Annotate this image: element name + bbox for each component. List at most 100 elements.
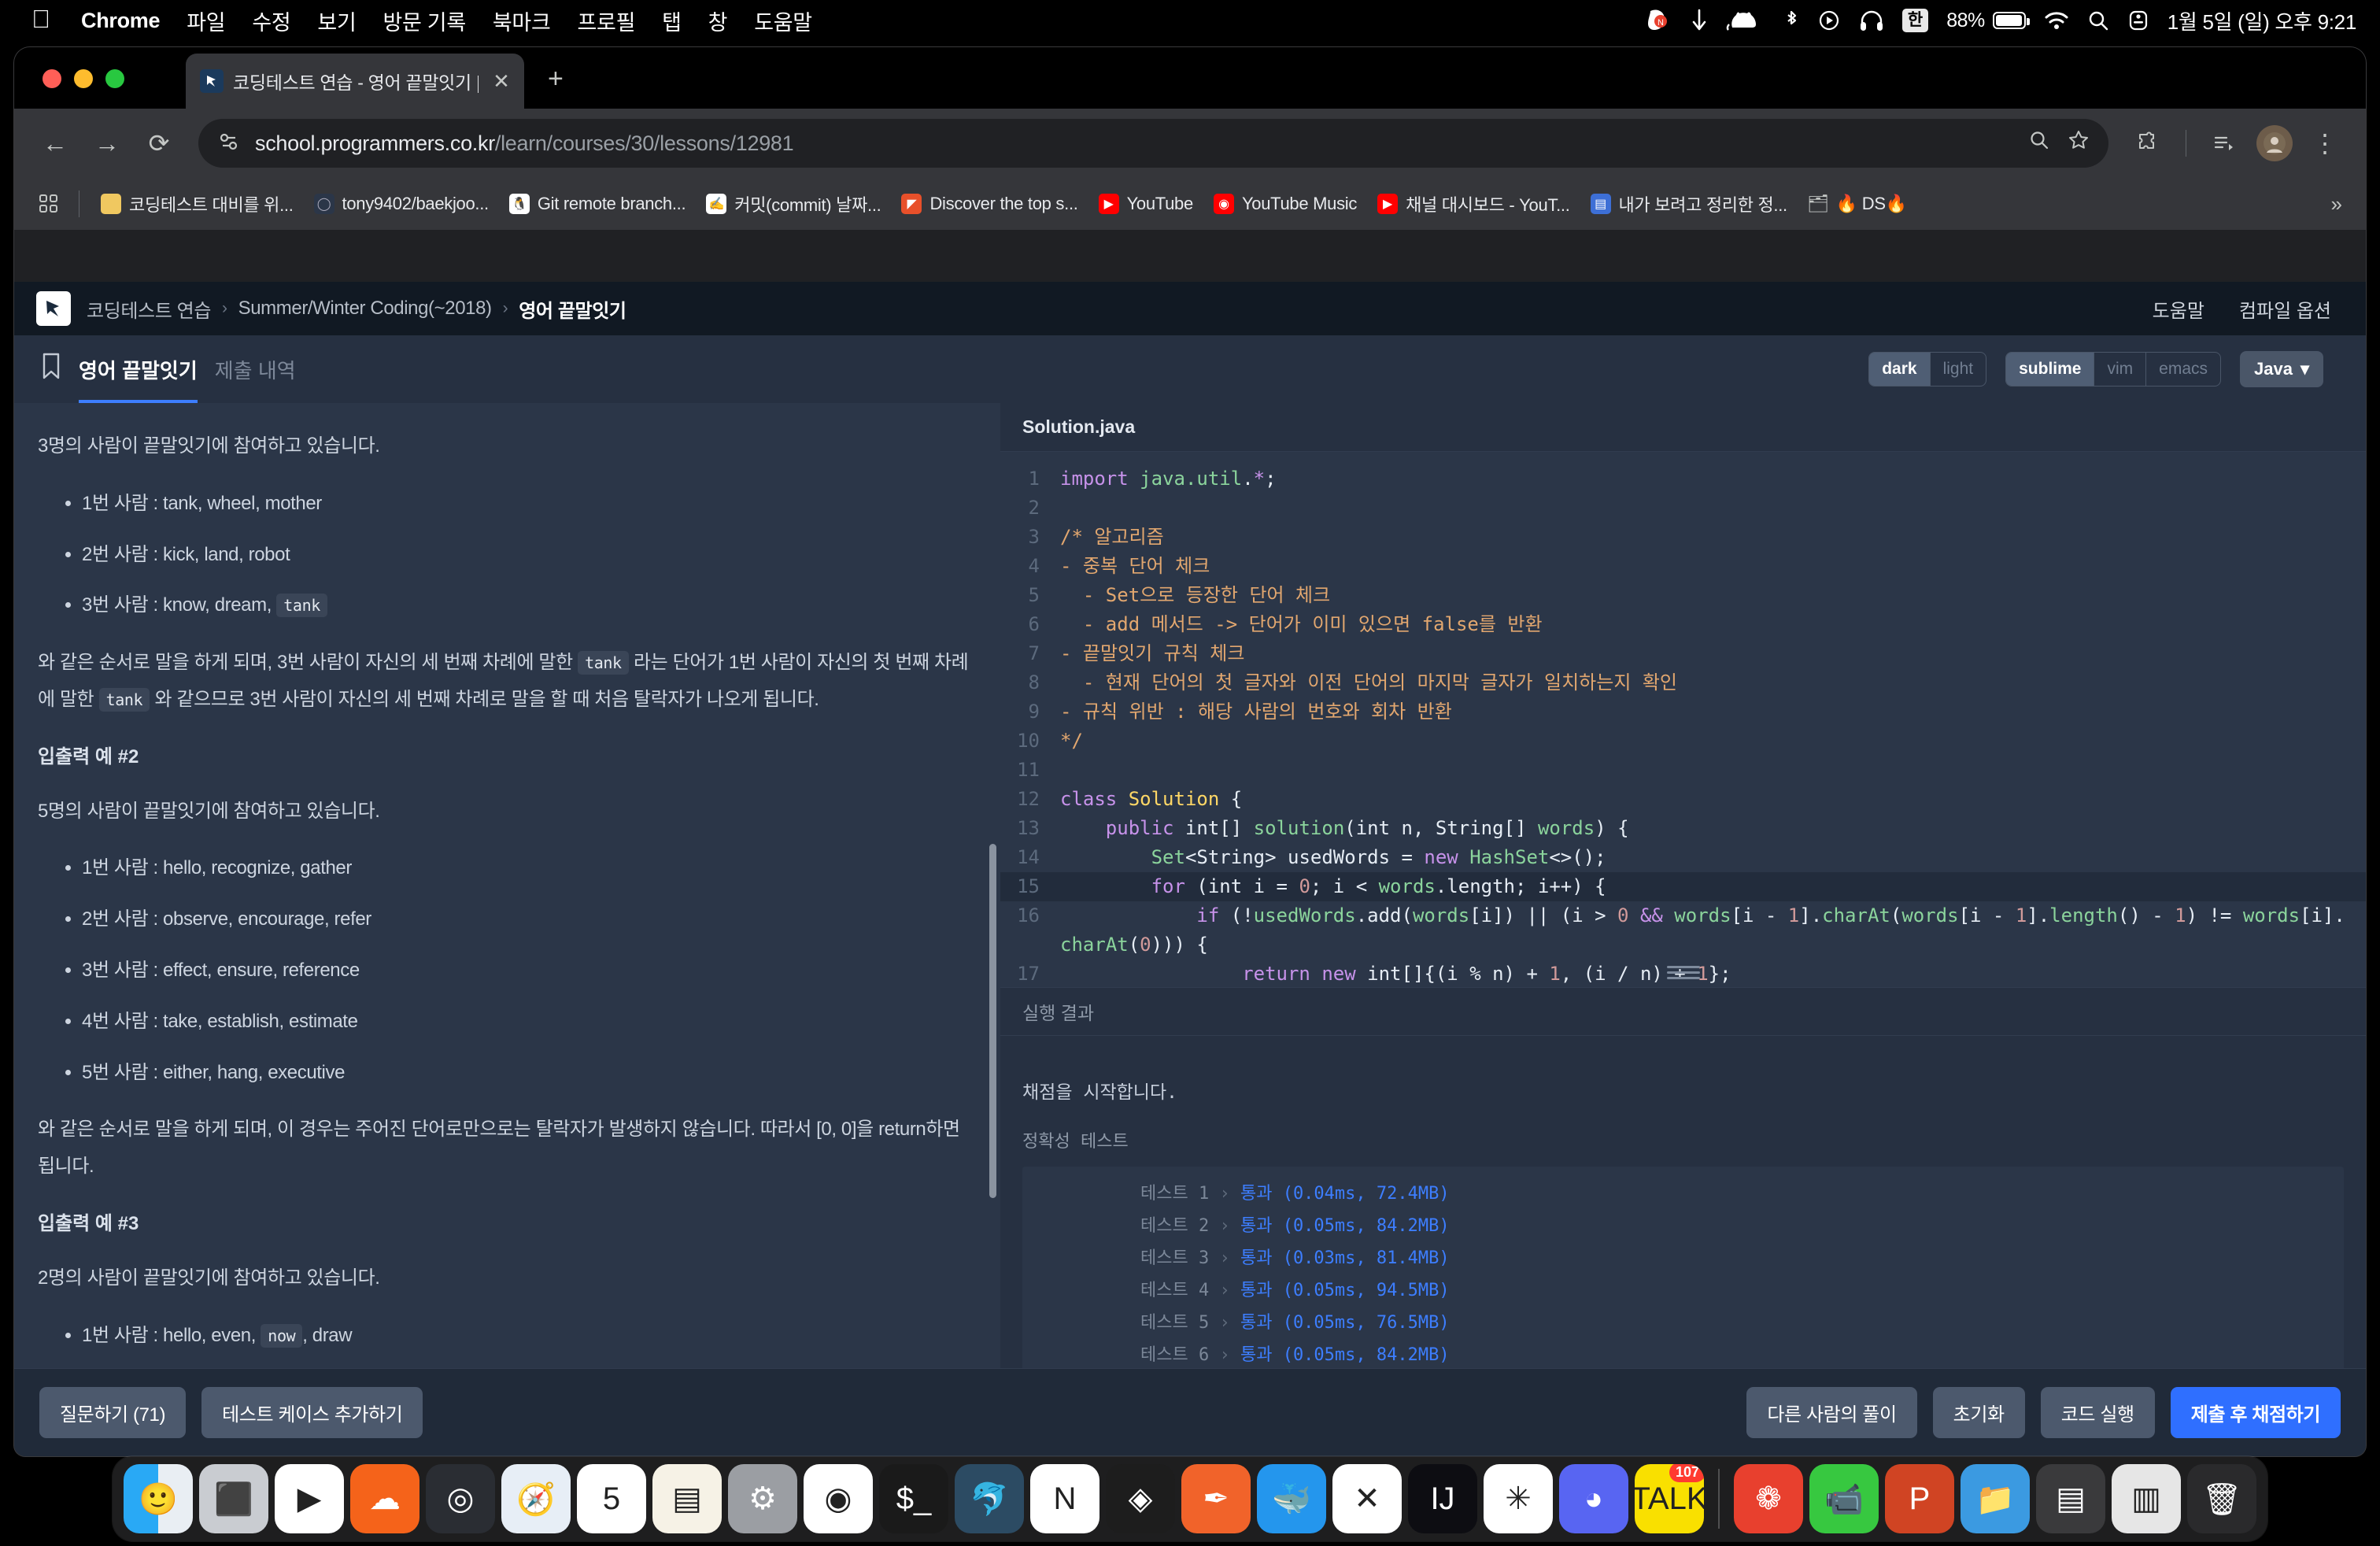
bookmark-item-5[interactable]: ▶ YouTube: [1088, 185, 1203, 223]
dock-item-calendar[interactable]: 5: [577, 1464, 646, 1533]
control-center-icon[interactable]: [2127, 5, 2149, 36]
dock-item-google-chrome[interactable]: ◉: [804, 1464, 873, 1533]
dock-item-terminal[interactable]: $_: [879, 1464, 948, 1533]
theme-option-light[interactable]: light: [1931, 353, 1986, 386]
bookmark-item-7[interactable]: ▶ 채널 대시보드 - YouT...: [1367, 185, 1580, 223]
dock-item-youtube-music[interactable]: ▶: [275, 1464, 344, 1533]
dock-item-stack-2[interactable]: ▥: [2112, 1464, 2181, 1533]
reload-button[interactable]: ⟳: [135, 120, 183, 167]
dock-item-mysql-workbench[interactable]: 🐬: [955, 1464, 1024, 1533]
dock-item-facetime[interactable]: 📹: [1809, 1464, 1879, 1533]
breadcrumb-item-0[interactable]: 코딩테스트 연습: [87, 295, 211, 323]
back-button[interactable]: ←: [31, 120, 79, 167]
dock-item-downloads[interactable]: 📁: [1961, 1464, 2030, 1533]
new-tab-button[interactable]: +: [548, 64, 564, 94]
chrome-menu-icon[interactable]: ⋮: [2301, 120, 2349, 167]
extensions-icon[interactable]: [2124, 120, 2171, 167]
code-line[interactable]: 1 import java.util.*;: [1000, 464, 2366, 494]
naver-whale-icon[interactable]: N: [1646, 5, 1672, 36]
menu-item-edit[interactable]: 수정: [238, 6, 304, 36]
dock-item-soundcloud[interactable]: ☁: [350, 1464, 419, 1533]
code-line[interactable]: 12 class Solution {: [1000, 785, 2366, 814]
dock-item-docker[interactable]: 🐳: [1257, 1464, 1326, 1533]
description-scrollbar[interactable]: [989, 844, 996, 1198]
wifi-icon[interactable]: [2044, 5, 2069, 36]
menu-item-tab[interactable]: 탭: [649, 6, 695, 36]
bookmark-item-8[interactable]: ▤ 내가 보려고 정리한 정...: [1580, 185, 1798, 223]
dock-item-figma[interactable]: ◈: [1106, 1464, 1175, 1533]
menu-bar-clock[interactable]: 1월 5일 (일) 오후 9:21: [2168, 6, 2357, 35]
spotlight-search-icon[interactable]: [2087, 5, 2109, 36]
close-window-button[interactable]: [42, 69, 61, 88]
reading-list-icon[interactable]: [2201, 120, 2248, 167]
cat-menubar-icon[interactable]: [1726, 5, 1765, 36]
apple-logo-icon[interactable]: : [19, 6, 68, 35]
screen-record-icon[interactable]: [1817, 5, 1841, 36]
dock-item-kakaotalk[interactable]: TALK 107: [1635, 1464, 1704, 1533]
code-line[interactable]: 10 */: [1000, 727, 2366, 756]
compile-options-link[interactable]: 컴파일 옵션: [2239, 295, 2331, 323]
submit-and-grade-button[interactable]: 제출 후 채점하기: [2170, 1387, 2341, 1438]
menu-item-window[interactable]: 창: [695, 6, 741, 36]
code-line[interactable]: 3 /* 알고리즘: [1000, 523, 2366, 552]
bookmarks-overflow-button[interactable]: »: [2331, 192, 2350, 216]
menu-item-help[interactable]: 도움말: [741, 6, 826, 36]
ask-question-button[interactable]: 질문하기 (71): [39, 1387, 187, 1438]
code-line[interactable]: 2: [1000, 494, 2366, 523]
dock-item-disk-utility[interactable]: ◎: [426, 1464, 495, 1533]
dock-item-safari[interactable]: 🧭: [501, 1464, 571, 1533]
breadcrumb-item-1[interactable]: Summer/Winter Coding(~2018): [238, 298, 492, 320]
tab-submissions[interactable]: 제출 내역: [215, 335, 296, 403]
browser-tab[interactable]: 코딩테스트 연습 - 영어 끝말잇기 | ✕: [186, 54, 524, 109]
run-code-button[interactable]: 코드 실행: [2040, 1387, 2155, 1438]
bookmark-item-2[interactable]: 🐧 Git remote branch...: [499, 185, 696, 223]
code-line[interactable]: 7 - 끝말잇기 규칙 체크: [1000, 639, 2366, 668]
keymap-option-emacs[interactable]: emacs: [2146, 353, 2220, 386]
problem-description-pane[interactable]: 3명의 사람이 끝말잇기에 참여하고 있습니다. 1번 사람 : tank, w…: [14, 403, 1000, 1389]
bookmark-item-6[interactable]: ◉ YouTube Music: [1203, 185, 1367, 223]
code-line[interactable]: 8 - 현재 단어의 첫 글자와 이전 단어의 마지막 글자가 일치하는지 확인: [1000, 668, 2366, 697]
help-link[interactable]: 도움말: [2153, 295, 2204, 323]
programmers-logo-icon[interactable]: [36, 291, 71, 326]
maximize-window-button[interactable]: [105, 69, 124, 88]
add-testcase-button[interactable]: 테스트 케이스 추가하기: [201, 1387, 423, 1438]
battery-indicator[interactable]: 88%: [1946, 5, 2030, 36]
bookmark-item-0[interactable]: 코딩테스트 대비를 위...: [91, 185, 304, 223]
dock-item-photos[interactable]: ❁: [1734, 1464, 1803, 1533]
dock-item-finder[interactable]: 🙂: [124, 1464, 193, 1533]
forward-button[interactable]: →: [83, 120, 131, 167]
keymap-option-vim[interactable]: vim: [2094, 353, 2147, 386]
menu-item-history[interactable]: 방문 기록: [370, 6, 479, 36]
dock-item-launchpad[interactable]: ⬛: [199, 1464, 268, 1533]
code-line[interactable]: 9 - 규칙 위반 : 해당 사람의 번호와 회차 반환: [1000, 697, 2366, 727]
minimize-window-button[interactable]: [74, 69, 93, 88]
address-bar[interactable]: school.programmers.co.kr/learn/courses/3…: [198, 119, 2108, 168]
bluetooth-icon[interactable]: [1783, 5, 1799, 36]
site-settings-icon[interactable]: [217, 130, 241, 157]
menu-item-file[interactable]: 파일: [173, 6, 238, 36]
menu-item-view[interactable]: 보기: [304, 6, 369, 36]
dock-item-notes[interactable]: ▤: [652, 1464, 722, 1533]
bookmark-item-1[interactable]: ◯ tony9402/baekjoo...: [304, 185, 499, 223]
code-line[interactable]: 4 - 중복 단어 체크: [1000, 552, 2366, 581]
others-solutions-button[interactable]: 다른 사람의 풀이: [1746, 1387, 1917, 1438]
dock-item-intellij-idea[interactable]: IJ: [1408, 1464, 1477, 1533]
theme-option-dark[interactable]: dark: [1869, 353, 1931, 386]
dock-item-discord[interactable]: ◕: [1559, 1464, 1628, 1533]
menu-item-chrome[interactable]: Chrome: [68, 9, 173, 33]
dock-item-vs-code[interactable]: ✕: [1332, 1464, 1402, 1533]
code-line[interactable]: 15 for (int i = 0; i < words.length; i++…: [1000, 872, 2366, 901]
menu-item-bookmarks[interactable]: 북마크: [479, 6, 564, 36]
zoom-search-icon[interactable]: [2028, 129, 2050, 157]
profile-avatar[interactable]: [2251, 120, 2298, 167]
dock-item-trash[interactable]: 🗑: [2187, 1464, 2256, 1533]
code-line[interactable]: 11: [1000, 756, 2366, 785]
code-line[interactable]: 16 if (!usedWords.add(words[i]) || (i > …: [1000, 901, 2366, 960]
downloads-arrow-icon[interactable]: [1691, 5, 1708, 36]
code-line[interactable]: 6 - add 메서드 -> 단어가 이미 있으면 false를 반환: [1000, 610, 2366, 639]
code-line[interactable]: 5 - Set으로 등장한 단어 체크: [1000, 581, 2366, 610]
code-line[interactable]: 13 public int[] solution(int n, String[]…: [1000, 814, 2366, 843]
tab-problem[interactable]: 영어 끝말잇기: [79, 335, 198, 403]
headphones-icon[interactable]: [1859, 5, 1884, 36]
bookmark-problem-icon[interactable]: [41, 353, 61, 386]
